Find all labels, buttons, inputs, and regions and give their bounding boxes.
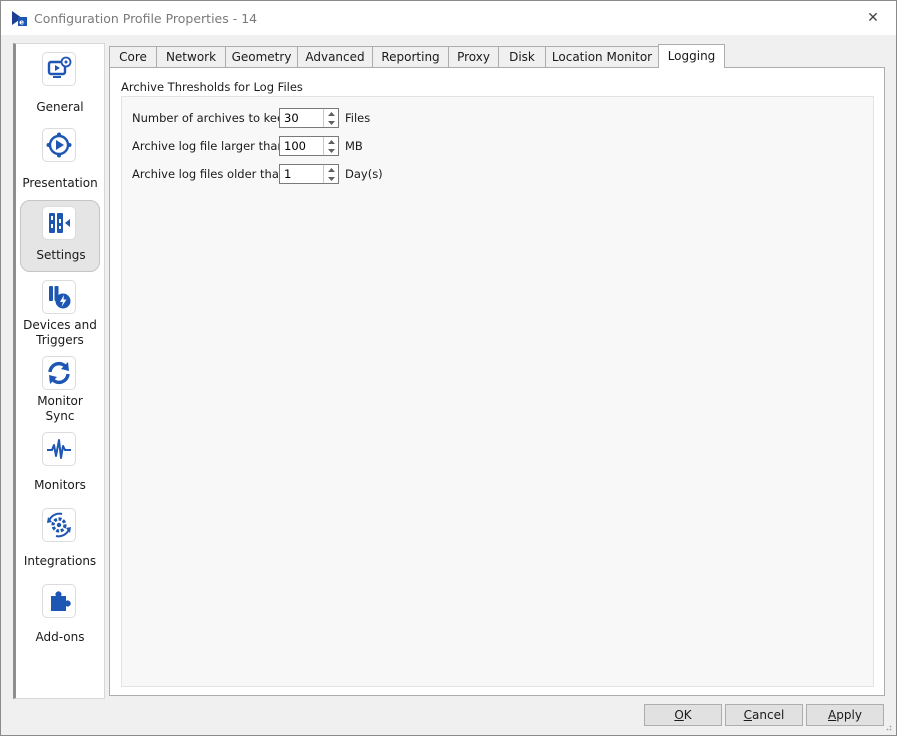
monitor-gear-icon	[42, 52, 76, 86]
svg-text:e: e	[19, 19, 24, 26]
nav-label-add-ons: Add-ons	[35, 630, 85, 644]
ok-accel: O	[674, 708, 684, 722]
nav-item-devices-triggers[interactable]: Devices and Triggers	[20, 274, 100, 347]
nav-item-monitors[interactable]: Monitors	[20, 426, 100, 498]
archive-age-unit: Day(s)	[345, 167, 383, 181]
archives-count-label: Number of archives to keep	[132, 111, 292, 125]
archive-thresholds-group	[121, 96, 874, 687]
cancel-rest: ancel	[752, 708, 785, 722]
cancel-accel: C	[743, 708, 753, 722]
tab-advanced[interactable]: Advanced	[297, 46, 373, 68]
close-button[interactable]: ✕	[850, 1, 896, 35]
archives-count-spin-buttons	[323, 109, 338, 127]
chevron-down-icon	[327, 176, 335, 181]
archive-age-down-button[interactable]	[324, 174, 338, 183]
nav-item-settings[interactable]: Settings	[20, 200, 100, 272]
close-icon: ✕	[867, 10, 879, 26]
nav-label-general: General	[36, 100, 84, 114]
apply-button[interactable]: Apply	[806, 704, 884, 726]
nav-label-integrations: Integrations	[23, 554, 97, 568]
resize-grip-icon[interactable]	[884, 723, 892, 731]
puzzle-piece-icon	[42, 584, 76, 618]
title-bar: e Configuration Profile Properties - 14 …	[1, 1, 896, 35]
nav-label-presentation: Presentation	[22, 176, 98, 190]
sync-arrows-icon	[42, 356, 76, 390]
chevron-up-icon	[327, 111, 335, 116]
nav-label-sync: Sync	[45, 409, 75, 423]
nav-item-monitor-sync[interactable]: Monitor Sync	[20, 350, 100, 423]
tab-network[interactable]: Network	[156, 46, 226, 68]
tab-proxy[interactable]: Proxy	[448, 46, 499, 68]
tab-core[interactable]: Core	[109, 46, 157, 68]
archive-age-stepper	[279, 164, 339, 184]
window-title: Configuration Profile Properties - 14	[34, 11, 258, 26]
apply-rest: pply	[836, 708, 862, 722]
archive-size-spin-buttons	[323, 137, 338, 155]
archive-size-down-button[interactable]	[324, 146, 338, 155]
nav-label-devices: Devices and	[23, 318, 97, 332]
archive-thresholds-title: Archive Thresholds for Log Files	[121, 80, 303, 94]
archive-age-up-button[interactable]	[324, 165, 338, 174]
nav-label-triggers: Triggers	[36, 333, 84, 347]
archives-count-down-button[interactable]	[324, 118, 338, 127]
archive-age-spin-buttons	[323, 165, 338, 183]
chevron-down-icon	[327, 120, 335, 125]
nav-item-general[interactable]: General	[20, 46, 100, 118]
tab-logging[interactable]: Logging	[658, 44, 725, 68]
nav-label-monitor: Monitor	[37, 394, 83, 408]
category-nav: General Presentation Settings Devices an…	[13, 43, 105, 699]
archive-size-stepper	[279, 136, 339, 156]
cancel-button[interactable]: Cancel	[725, 704, 803, 726]
nav-label-settings: Settings	[36, 248, 86, 262]
app-logo-icon: e	[11, 10, 27, 26]
chevron-down-icon	[327, 148, 335, 153]
settings-sliders-icon	[42, 206, 76, 240]
properties-window: e Configuration Profile Properties - 14 …	[0, 0, 897, 736]
ok-button[interactable]: OK	[644, 704, 722, 726]
tab-disk[interactable]: Disk	[498, 46, 546, 68]
play-presentation-icon	[42, 128, 76, 162]
devices-lightning-icon	[42, 280, 76, 314]
ok-rest: K	[683, 708, 692, 722]
nav-item-add-ons[interactable]: Add-ons	[20, 578, 100, 650]
nav-item-presentation[interactable]: Presentation	[20, 122, 100, 194]
tab-geometry[interactable]: Geometry	[225, 46, 298, 68]
nav-label-monitors: Monitors	[34, 478, 86, 492]
chevron-up-icon	[327, 167, 335, 172]
archive-size-label: Archive log file larger than	[132, 139, 285, 153]
archive-size-up-button[interactable]	[324, 137, 338, 146]
archive-size-unit: MB	[345, 139, 363, 153]
archive-age-label: Archive log files older than	[132, 167, 287, 181]
archives-count-stepper	[279, 108, 339, 128]
tab-reporting[interactable]: Reporting	[372, 46, 449, 68]
integration-gear-icon	[42, 508, 76, 542]
nav-item-integrations[interactable]: Integrations	[20, 502, 100, 574]
chevron-up-icon	[327, 139, 335, 144]
archives-count-unit: Files	[345, 111, 371, 125]
archives-count-up-button[interactable]	[324, 109, 338, 118]
pulse-icon	[42, 432, 76, 466]
tab-location-monitor[interactable]: Location Monitor	[545, 46, 659, 68]
